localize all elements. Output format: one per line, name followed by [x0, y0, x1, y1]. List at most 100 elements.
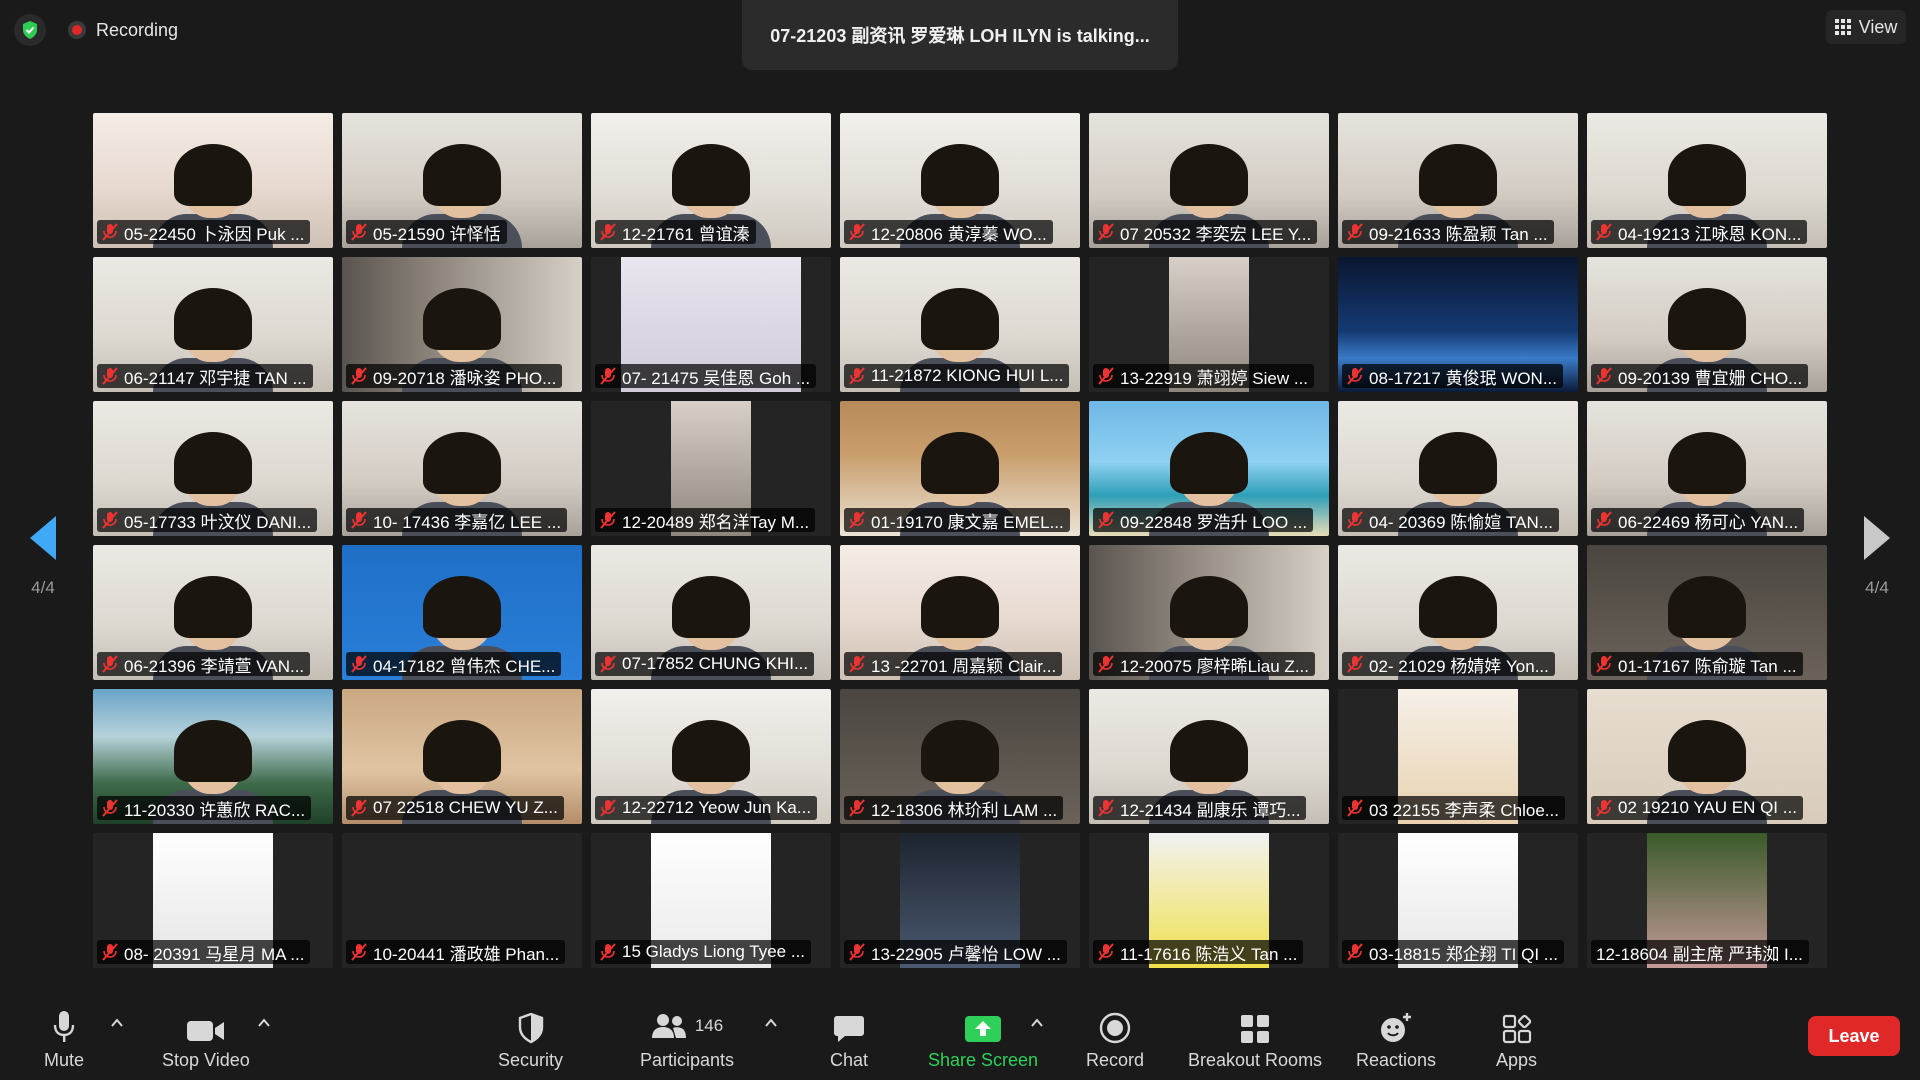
participant-tile[interactable]: 03-18815 郑企翔 TI QI ... — [1338, 833, 1578, 968]
muted-mic-icon — [849, 511, 865, 529]
participant-tile[interactable]: 07-17852 CHUNG KHI... — [591, 545, 831, 680]
participant-tile[interactable]: 08- 20391 马星月 MA ... — [93, 833, 333, 968]
share-screen-button[interactable]: Share Screen — [928, 1008, 1038, 1071]
participant-name-label: 02- 21029 杨婧婞 Yon... — [1342, 652, 1555, 676]
participant-tile[interactable]: 06-21147 邓宇捷 TAN ... — [93, 257, 333, 392]
participant-tile[interactable]: 12-18306 林玠利 LAM ... — [840, 689, 1080, 824]
muted-mic-icon — [1098, 943, 1114, 961]
participants-button[interactable]: 146 Participants — [640, 1008, 734, 1071]
participant-tile[interactable]: 04- 20369 陈愉媗 TAN... — [1338, 401, 1578, 536]
participant-name: 12-20075 廖梓晞Liau Z... — [1120, 656, 1309, 676]
participant-tile[interactable]: 12-22712 Yeow Jun Ka... — [591, 689, 831, 824]
participant-name-label: 05-17733 叶汶仪 DANI... — [97, 508, 318, 532]
participant-tile[interactable]: 12-21434 副康乐 谭巧... — [1089, 689, 1329, 824]
participant-name-label: 10-20441 潘政雄 Phan... — [346, 940, 566, 964]
view-button[interactable]: View — [1826, 10, 1906, 44]
participant-tile[interactable]: 02- 21029 杨婧婞 Yon... — [1338, 545, 1578, 680]
mute-button[interactable]: Mute — [44, 1008, 84, 1071]
participant-name: 07 20532 李奕宏 LEE Y... — [1120, 224, 1312, 244]
participant-tile[interactable]: 15 Gladys Liong Tyee ... — [591, 833, 831, 968]
participant-name: 10-20441 潘政雄 Phan... — [373, 944, 560, 964]
participant-tile[interactable]: 13-22905 卢馨怡 LOW ... — [840, 833, 1080, 968]
breakout-rooms-button[interactable]: Breakout Rooms — [1188, 1008, 1322, 1071]
participant-tile[interactable]: 12-21761 曾谊溱 — [591, 113, 831, 248]
participant-tile[interactable]: 12-18604 副主席 严玮洳 I... — [1587, 833, 1827, 968]
reactions-smiley-icon — [1381, 1013, 1412, 1042]
stop-video-button[interactable]: Stop Video — [162, 1008, 250, 1071]
recording-indicator[interactable]: Recording — [68, 20, 178, 41]
prev-page-arrow-icon[interactable] — [30, 516, 56, 560]
participant-name-label: 08-17217 黄俊珉 WON... — [1342, 364, 1564, 388]
reactions-button[interactable]: Reactions — [1356, 1008, 1436, 1071]
participant-tile[interactable]: 05-17733 叶汶仪 DANI... — [93, 401, 333, 536]
participant-tile[interactable]: 01-17167 陈俞璇 Tan ... — [1587, 545, 1827, 680]
participant-tile[interactable]: 11-20330 许蕙欣 RAC... — [93, 689, 333, 824]
participant-tile[interactable]: 12-20075 廖梓晞Liau Z... — [1089, 545, 1329, 680]
muted-mic-icon — [1098, 655, 1114, 673]
participant-tile[interactable]: 13-22919 萧翊婷 Siew ... — [1089, 257, 1329, 392]
record-label: Record — [1086, 1050, 1145, 1070]
muted-mic-icon — [102, 511, 118, 529]
participant-tile[interactable]: 07 20532 李奕宏 LEE Y... — [1089, 113, 1329, 248]
audio-options-caret-icon[interactable] — [110, 1016, 124, 1030]
participant-tile[interactable]: 06-21396 李靖萱 VAN... — [93, 545, 333, 680]
share-screen-label: Share Screen — [928, 1050, 1039, 1070]
participant-tile[interactable]: 10-20441 潘政雄 Phan... — [342, 833, 582, 968]
apps-button[interactable]: Apps — [1496, 1008, 1537, 1071]
participant-name: 03-18815 郑企翔 TI QI ... — [1369, 944, 1558, 964]
participant-tile[interactable]: 04-17182 曾伟杰 CHE... — [342, 545, 582, 680]
participant-tile[interactable]: 07 22518 CHEW YU Z... — [342, 689, 582, 824]
muted-mic-icon — [600, 223, 616, 241]
chat-button[interactable]: Chat — [830, 1008, 868, 1071]
participant-tile[interactable]: 08-17217 黄俊珉 WON... — [1338, 257, 1578, 392]
participant-tile[interactable]: 09-21633 陈盈颖 Tan ... — [1338, 113, 1578, 248]
participant-name: 13-22919 萧翊婷 Siew ... — [1120, 368, 1309, 388]
participant-name: 02 19210 YAU EN QI ... — [1618, 798, 1797, 817]
participant-name-label: 09-21633 陈盈颖 Tan ... — [1342, 220, 1554, 244]
participant-name-label: 11-21872 KIONG HUI L... — [844, 364, 1070, 388]
security-shield-icon — [518, 1012, 543, 1044]
security-button[interactable]: Security — [498, 1008, 563, 1071]
participant-name: 05-21590 许怿恬 — [373, 224, 501, 244]
grid-icon — [1834, 19, 1851, 35]
participant-name: 07- 21475 吴佳恩 Goh ... — [622, 368, 811, 388]
participant-tile[interactable]: 04-19213 江咏恩 KON... — [1587, 113, 1827, 248]
participant-tile[interactable]: 01-19170 康文嘉 EMEL... — [840, 401, 1080, 536]
participant-name-label: 03 22155 李声柔 Chloe... — [1342, 796, 1565, 820]
participant-tile[interactable]: 06-22469 杨可心 YAN... — [1587, 401, 1827, 536]
shield-check-icon[interactable] — [14, 14, 46, 46]
muted-mic-icon — [351, 223, 367, 241]
participant-name: 06-21147 邓宇捷 TAN ... — [124, 368, 307, 388]
record-button[interactable]: Record — [1086, 1008, 1144, 1071]
participant-tile[interactable]: 07- 21475 吴佳恩 Goh ... — [591, 257, 831, 392]
muted-mic-icon — [1347, 655, 1363, 673]
muted-mic-icon — [102, 943, 118, 961]
participants-options-caret-icon[interactable] — [764, 1016, 778, 1030]
participant-name: 12-21761 曾谊溱 — [622, 224, 750, 244]
participant-tile[interactable]: 02 19210 YAU EN QI ... — [1587, 689, 1827, 824]
participant-tile[interactable]: 09-22848 罗浩升 LOO ... — [1089, 401, 1329, 536]
recording-label: Recording — [96, 19, 179, 40]
mute-label: Mute — [44, 1050, 85, 1070]
participant-tile[interactable]: 10- 17436 李嘉亿 LEE ... — [342, 401, 582, 536]
participant-tile[interactable]: 09-20139 曹宜姗 CHO... — [1587, 257, 1827, 392]
participant-name: 09-22848 罗浩升 LOO ... — [1120, 512, 1308, 532]
participant-tile[interactable]: 11-21872 KIONG HUI L... — [840, 257, 1080, 392]
participant-tile[interactable]: 05-21590 许怿恬 — [342, 113, 582, 248]
muted-mic-icon — [102, 799, 118, 817]
share-options-caret-icon[interactable] — [1030, 1016, 1044, 1030]
leave-button[interactable]: Leave — [1808, 1016, 1900, 1056]
participant-tile[interactable]: 05-22450 卜泳因 Puk ... — [93, 113, 333, 248]
chat-bubble-icon — [834, 1016, 865, 1042]
video-options-caret-icon[interactable] — [257, 1016, 271, 1030]
participant-name-label: 02 19210 YAU EN QI ... — [1591, 796, 1803, 820]
participant-tile[interactable]: 03 22155 李声柔 Chloe... — [1338, 689, 1578, 824]
participant-name: 04-17182 曾伟杰 CHE... — [373, 656, 556, 676]
next-page-arrow-icon[interactable] — [1864, 516, 1890, 560]
chat-label: Chat — [830, 1050, 869, 1070]
participant-tile[interactable]: 09-20718 潘咏姿 PHO... — [342, 257, 582, 392]
participant-tile[interactable]: 12-20489 郑名洋Tay M... — [591, 401, 831, 536]
participant-tile[interactable]: 13 -22701 周嘉颖 Clair... — [840, 545, 1080, 680]
participant-tile[interactable]: 12-20806 黄淳蓁 WO... — [840, 113, 1080, 248]
participant-tile[interactable]: 11-17616 陈浩义 Tan ... — [1089, 833, 1329, 968]
